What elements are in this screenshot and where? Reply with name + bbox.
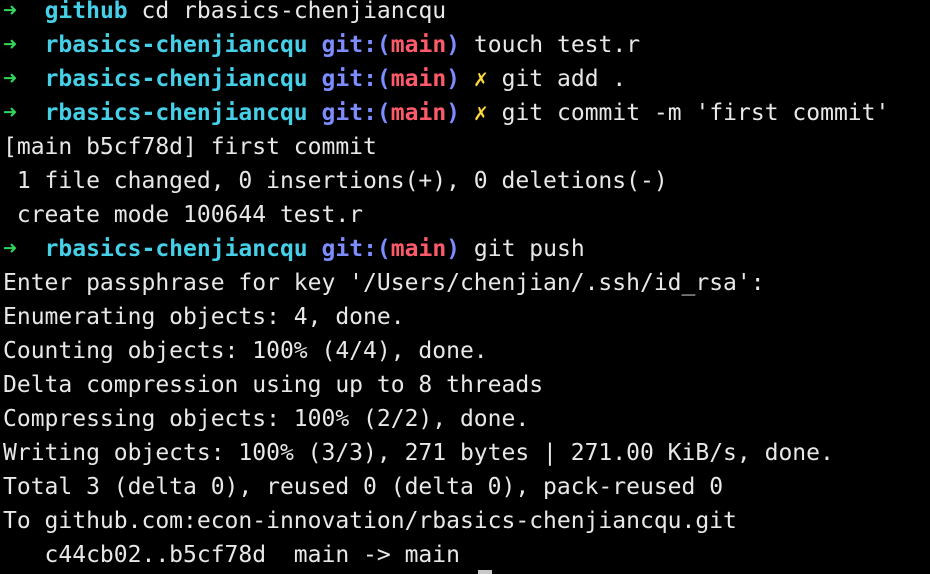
prompt-arrow-icon: ➜ — [3, 100, 17, 126]
git-label-close: ) — [446, 66, 461, 92]
command-text: touch test.r — [473, 32, 641, 58]
terminal-window[interactable]: ➜ github cd rbasics-chenjiancqu ➜ rbasic… — [3, 0, 930, 572]
prompt-line: ➜ rbasics-chenjiancqu git:(main) ✗ git a… — [3, 62, 930, 96]
git-label: git:( — [321, 66, 391, 92]
command-text: git push — [473, 236, 585, 262]
command-text: git add . — [501, 66, 627, 92]
git-label: git:( — [321, 236, 391, 262]
text-cursor — [478, 570, 492, 574]
output-line: 1 file changed, 0 insertions(+), 0 delet… — [3, 168, 668, 194]
prompt-arrow-icon: ➜ — [3, 236, 17, 262]
current-directory: rbasics-chenjiancqu — [44, 236, 308, 262]
output-line: c44cb02..b5cf78d main -> main — [3, 542, 460, 568]
git-label-close: ) — [446, 100, 461, 126]
prompt-arrow-icon: ➜ — [3, 32, 17, 58]
output-line: Compressing objects: 100% (2/2), done. — [3, 406, 530, 432]
output-line: Enter passphrase for key '/Users/chenjia… — [3, 270, 765, 296]
output-line: Counting objects: 100% (4/4), done. — [3, 338, 488, 364]
git-branch: main — [390, 32, 447, 58]
dirty-marker-icon: ✗ — [473, 66, 488, 92]
git-label: git:( — [321, 32, 391, 58]
git-label: git:( — [321, 100, 391, 126]
prompt-arrow-icon: ➜ — [3, 66, 17, 92]
dirty-marker-icon: ✗ — [473, 100, 488, 126]
current-directory: github — [44, 0, 128, 24]
git-label-close: ) — [446, 32, 461, 58]
output-line: Enumerating objects: 4, done. — [3, 304, 405, 330]
command-text: git commit -m 'first commit' — [501, 100, 890, 126]
output-line: Total 3 (delta 0), reused 0 (delta 0), p… — [3, 474, 724, 500]
command-text: cd rbasics-chenjiancqu — [141, 0, 447, 24]
output-line: [main b5cf78d] first commit — [3, 134, 377, 160]
current-directory: rbasics-chenjiancqu — [44, 100, 308, 126]
prompt-line: ➜ rbasics-chenjiancqu git:(main) touch t… — [3, 28, 930, 62]
current-directory: rbasics-chenjiancqu — [44, 66, 308, 92]
git-branch: main — [390, 66, 447, 92]
output-line: Writing objects: 100% (3/3), 271 bytes |… — [3, 440, 834, 466]
prompt-line: ➜ github cd rbasics-chenjiancqu — [3, 0, 930, 28]
git-label-close: ) — [446, 236, 461, 262]
prompt-arrow-icon: ➜ — [3, 0, 17, 24]
git-branch: main — [390, 236, 447, 262]
prompt-line: ➜ rbasics-chenjiancqu git:(main) ✗ git c… — [3, 96, 930, 130]
git-branch: main — [390, 100, 447, 126]
output-line: To github.com:econ-innovation/rbasics-ch… — [3, 508, 737, 534]
current-directory: rbasics-chenjiancqu — [44, 32, 308, 58]
prompt-line: ➜ rbasics-chenjiancqu git:(main) git pus… — [3, 232, 930, 266]
output-line: Delta compression using up to 8 threads — [3, 372, 544, 398]
output-line: create mode 100644 test.r — [3, 202, 364, 228]
